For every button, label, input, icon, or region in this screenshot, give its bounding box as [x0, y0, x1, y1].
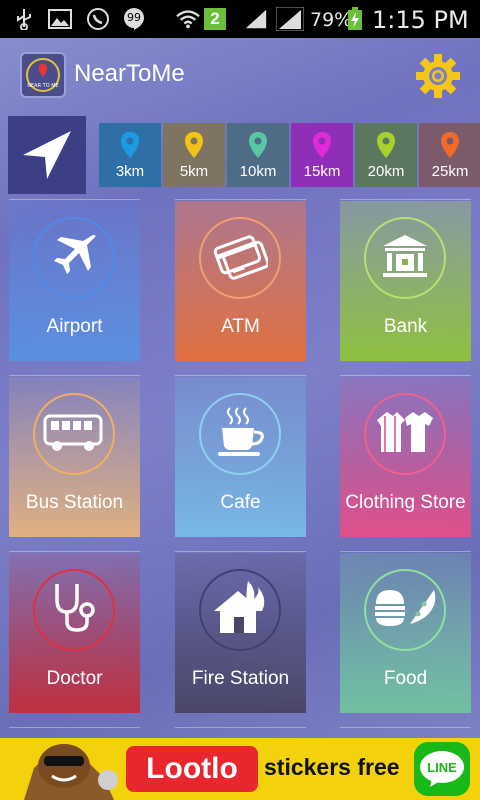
category-tile[interactable]: Airport [9, 201, 140, 361]
category-icon-circle [199, 393, 281, 475]
fire-station-icon [210, 579, 270, 642]
distance-label: 5km [179, 163, 209, 180]
ad-character-image [4, 738, 124, 800]
category-icon-circle [33, 217, 115, 299]
clock: 1:15 PM [372, 6, 469, 34]
category-icon-circle [199, 217, 281, 299]
location-pin-icon [441, 132, 459, 158]
svg-text:99: 99 [127, 11, 141, 24]
distance-option[interactable]: 25km [419, 123, 480, 187]
svg-text:LINE: LINE [427, 760, 457, 775]
category-icon-circle [199, 569, 281, 651]
category-icon-circle [33, 569, 115, 651]
category-label: ATM [221, 316, 260, 337]
category-tile[interactable]: Cafe [175, 377, 306, 537]
ad-text: stickers free [264, 754, 400, 780]
category-label: Clothing Store [345, 492, 466, 513]
coffee-cup-icon [212, 404, 268, 465]
wifi-icon [176, 8, 200, 30]
airplane-icon [49, 231, 99, 286]
category-tile[interactable]: Doctor [9, 553, 140, 713]
category-label: Bus Station [25, 492, 124, 513]
distance-option[interactable]: 20km [355, 123, 417, 187]
atm-card-icon [212, 231, 270, 286]
whatsapp-icon [86, 8, 110, 30]
location-pin-icon [121, 132, 139, 158]
category-label: Doctor [46, 668, 103, 689]
category-tile[interactable]: Clothing Store [340, 377, 471, 537]
ad-brand: Lootlo [126, 746, 258, 792]
grid-divider [340, 199, 471, 200]
battery-charging-icon [346, 7, 364, 30]
signal-icon [244, 8, 268, 30]
grid-divider [340, 727, 471, 728]
category-icon-circle [364, 569, 446, 651]
grid-divider [175, 375, 306, 376]
food-icon [372, 584, 438, 637]
svg-text:NEAR TO ME: NEAR TO ME [27, 83, 58, 89]
grid-divider [340, 375, 471, 376]
stethoscope-icon [47, 580, 101, 641]
distance-option[interactable]: 15km [291, 123, 353, 187]
category-tile[interactable]: Bank [340, 201, 471, 361]
distance-option[interactable]: 3km [99, 123, 161, 187]
category-icon-circle [33, 393, 115, 475]
hangouts-icon: 99 [122, 8, 146, 30]
bank-icon [379, 232, 431, 285]
grid-divider [9, 375, 140, 376]
app-title: NearToMe [74, 60, 185, 87]
settings-gear-icon[interactable] [414, 52, 462, 100]
category-icon-circle [364, 393, 446, 475]
grid-divider [9, 727, 140, 728]
usb-icon [12, 8, 36, 30]
category-label: Food [383, 668, 428, 689]
app-header: NEAR TO ME NearToMe [0, 38, 480, 112]
location-pin-icon [377, 132, 395, 158]
signal-icon-2 [276, 7, 304, 31]
distance-label: 25km [431, 163, 469, 180]
category-label: Bank [383, 316, 428, 337]
location-pin-icon [249, 132, 267, 158]
clothing-icon [373, 408, 437, 461]
grid-divider [9, 199, 140, 200]
location-pin-icon [313, 132, 331, 158]
grid-divider [175, 199, 306, 200]
category-icon-circle [364, 217, 446, 299]
grid-divider [175, 727, 306, 728]
distance-option[interactable]: 10km [227, 123, 289, 187]
category-label: Cafe [220, 492, 261, 513]
ad-banner[interactable]: Lootlo stickers free LINE [0, 738, 480, 800]
category-tile[interactable]: Food [340, 553, 471, 713]
category-tile[interactable]: Fire Station [175, 553, 306, 713]
category-tile[interactable]: Bus Station [9, 377, 140, 537]
navigation-arrow-icon [23, 131, 71, 179]
location-pin-icon [185, 132, 203, 158]
category-label: Airport [46, 316, 103, 337]
distance-option[interactable]: 5km [163, 123, 225, 187]
grid-divider [9, 551, 140, 552]
distance-label: 15km [303, 163, 341, 180]
app-logo: NEAR TO ME [20, 52, 66, 98]
image-notification-icon [48, 8, 72, 30]
status-bar: 99 2 79% 1:15 PM [0, 0, 480, 38]
bus-icon [43, 410, 105, 459]
current-location-button[interactable] [8, 116, 86, 194]
grid-divider [175, 551, 306, 552]
sim-badge: 2 [204, 8, 226, 30]
category-label: Fire Station [191, 668, 290, 689]
distance-label: 20km [367, 163, 405, 180]
grid-divider [340, 551, 471, 552]
distance-label: 10km [239, 163, 277, 180]
line-logo-icon: LINE [414, 742, 470, 796]
category-tile[interactable]: ATM [175, 201, 306, 361]
distance-label: 3km [115, 163, 145, 180]
